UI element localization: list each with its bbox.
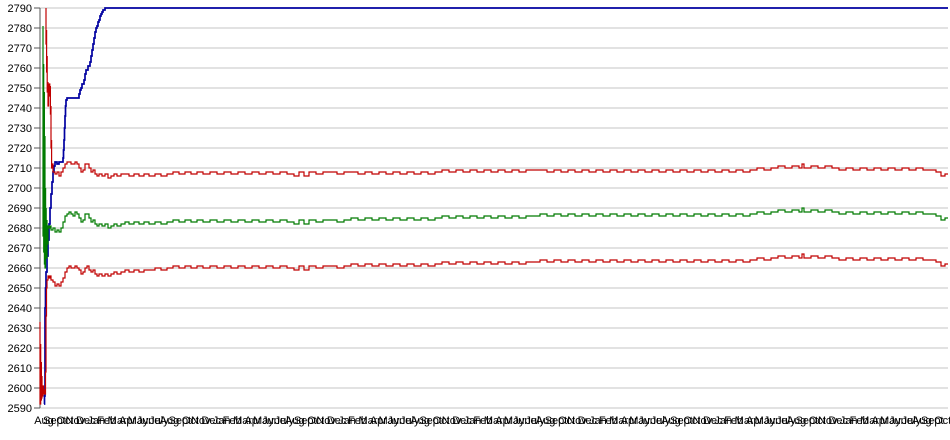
rating-line-chart: 2590 2600 2610 2620 2630 2640 2650 2660 2670 2680… bbox=[8, 3, 950, 427]
y-axis-tick-label: 2600 bbox=[8, 383, 32, 395]
y-axis-tick-label: 2690 bbox=[8, 203, 32, 215]
y-axis-tick-label: 2650 bbox=[8, 283, 32, 295]
upper-red-line-path bbox=[45, 8, 948, 179]
y-axis-tick-label: 2760 bbox=[8, 63, 32, 75]
y-axis-tick-label: 2640 bbox=[8, 303, 32, 315]
axes-group bbox=[34, 7, 41, 409]
y-axis-tick-label: 2730 bbox=[8, 123, 32, 135]
y-axis-tick-label: 2590 bbox=[8, 403, 32, 415]
y-axis-tick-label: 2750 bbox=[8, 83, 32, 95]
y-axis-tick-label: 2780 bbox=[8, 23, 32, 35]
chart-container: 2590 2600 2610 2620 2630 2640 2650 2660 2670 2680… bbox=[0, 0, 950, 435]
y-axis-labels-group: 2590 2600 2610 2620 2630 2640 2650 2660 2670 2680… bbox=[8, 3, 32, 415]
x-axis-labels-group: AugSeptOctNovDecJanFebMarAprMayJuneJulyA… bbox=[34, 415, 950, 427]
series-group bbox=[39, 7, 948, 405]
y-axis-tick-label: 2620 bbox=[8, 343, 32, 355]
y-axis-tick-label: 2770 bbox=[8, 43, 32, 55]
y-axis-tick-label: 2680 bbox=[8, 223, 32, 235]
center-green-line-path bbox=[42, 26, 948, 269]
lower-red-line-path bbox=[39, 253, 948, 405]
y-axis-tick-label: 2630 bbox=[8, 323, 32, 335]
y-axis-tick-label: 2660 bbox=[8, 263, 32, 275]
y-axis-tick-label: 2710 bbox=[8, 163, 32, 175]
blue-line-path bbox=[43, 7, 948, 405]
y-axis-tick-label: 2610 bbox=[8, 363, 32, 375]
y-axis-tick-label: 2720 bbox=[8, 143, 32, 155]
y-axis-tick-label: 2700 bbox=[8, 183, 32, 195]
x-axis-month-label: Oct bbox=[934, 415, 950, 427]
y-axis-tick-label: 2740 bbox=[8, 103, 32, 115]
y-axis-tick-label: 2670 bbox=[8, 243, 32, 255]
y-axis-tick-label: 2790 bbox=[8, 3, 32, 15]
gridlines-group bbox=[40, 7, 948, 409]
